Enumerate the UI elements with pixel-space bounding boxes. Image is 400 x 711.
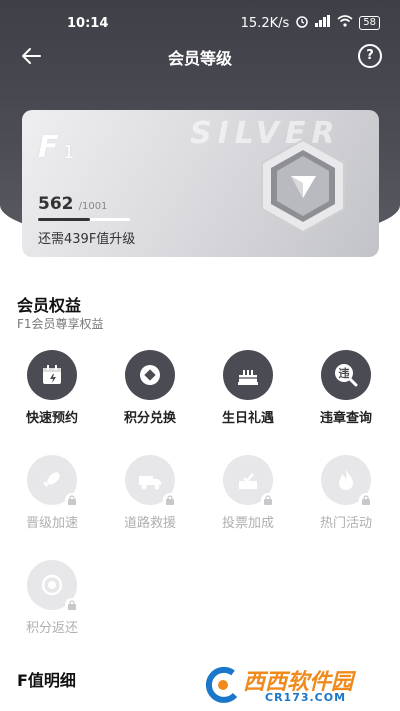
- benefits-title: 会员权益: [17, 296, 82, 315]
- benefit-label: 生日礼遇: [221, 411, 274, 426]
- benefits-subtitle: F1会员尊享权益: [17, 317, 104, 331]
- benefit-vote-bonus[interactable]: 投票加成: [208, 455, 288, 531]
- signal-icon: [315, 15, 331, 31]
- benefit-label: 快速预约: [25, 411, 78, 426]
- lock-icon: [163, 493, 177, 507]
- benefit-label: 投票加成: [221, 516, 274, 531]
- benefit-label: 道路救援: [123, 516, 176, 531]
- benefit-label: 违章查询: [319, 411, 372, 426]
- network-speed: 15.2K/s: [240, 15, 290, 31]
- benefit-quick-booking[interactable]: 快速预约: [12, 350, 92, 426]
- violation-search-icon: 违: [321, 350, 371, 400]
- site-domain: CR173.COM: [265, 691, 347, 704]
- vote-icon: [223, 455, 275, 507]
- points-row: 562 /1001: [38, 194, 107, 214]
- benefit-points-exchange[interactable]: 积分兑换: [110, 350, 190, 426]
- battery-icon: 58: [359, 16, 380, 30]
- benefit-label: 积分返还: [25, 621, 78, 636]
- benefit-label: 晋级加速: [25, 516, 78, 531]
- benefit-label: 积分兑换: [123, 411, 176, 426]
- benefit-points-return[interactable]: 积分返还: [12, 560, 92, 636]
- status-time: 10:14: [67, 16, 109, 31]
- benefit-birthday[interactable]: 生日礼遇: [208, 350, 288, 426]
- level-progress-bar: [38, 218, 130, 221]
- benefit-violation-query[interactable]: 违 违章查询: [306, 350, 386, 426]
- tow-truck-icon: [125, 455, 177, 507]
- site-watermark-logo: 西西软件园 CR173.COM: [203, 664, 391, 706]
- benefit-road-rescue[interactable]: 道路救援: [110, 455, 190, 531]
- level-letter: F: [38, 130, 59, 165]
- benefit-level-boost[interactable]: 晋级加速: [12, 455, 92, 531]
- coin-icon: [125, 350, 175, 400]
- level-badge-icon: [258, 138, 348, 234]
- flame-icon: [321, 455, 373, 507]
- cake-icon: [223, 350, 273, 400]
- points-max: /1001: [78, 201, 108, 212]
- upgrade-hint: 还需439F值升级: [38, 232, 136, 247]
- points-current: 562: [38, 194, 74, 214]
- lock-icon: [65, 598, 79, 612]
- points-return-icon: [27, 560, 79, 612]
- level-progress-fill: [38, 218, 90, 221]
- svg-text:违: 违: [339, 366, 350, 380]
- navigation-bar: 会员等级 ?: [0, 38, 400, 74]
- lock-icon: [261, 493, 275, 507]
- status-indicators: 15.2K/s 58: [241, 14, 380, 32]
- lock-icon: [359, 493, 373, 507]
- level-logo: F 1: [38, 130, 98, 170]
- lock-icon: [65, 493, 79, 507]
- level-number: 1: [63, 142, 75, 163]
- member-level-card: SILVER F 1 562 /1001 还需439F值升级: [22, 110, 379, 257]
- wifi-icon: [337, 15, 353, 31]
- calendar-icon: [27, 350, 77, 400]
- help-button[interactable]: ?: [358, 44, 382, 68]
- alarm-icon: [295, 14, 309, 32]
- f-value-detail-title: F值明细: [17, 671, 76, 690]
- rocket-icon: [27, 455, 79, 507]
- page-title: 会员等级: [167, 49, 232, 68]
- benefit-label: 热门活动: [319, 516, 372, 531]
- benefit-hot-activities[interactable]: 热门活动: [306, 455, 386, 531]
